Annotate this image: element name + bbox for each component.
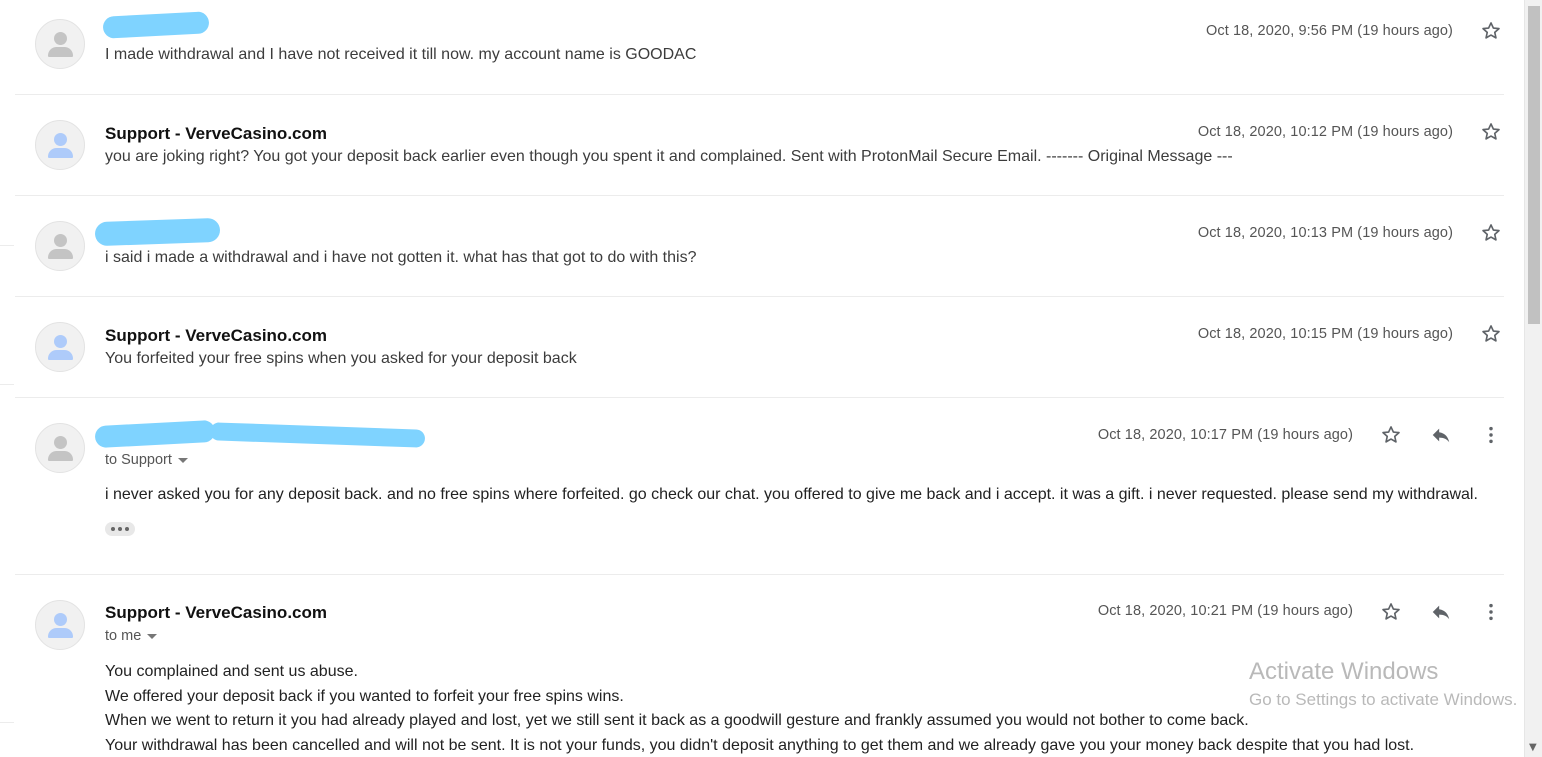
redaction-mark [94, 217, 221, 247]
more-vert-icon[interactable] [1477, 421, 1505, 449]
message-date: Oct 18, 2020, 9:56 PM (19 hours ago) [1205, 23, 1453, 39]
body-line: When we went to return it you had alread… [105, 712, 1249, 729]
sender-name: Support - VerveCasino.com [105, 124, 327, 143]
message-collapsed[interactable]: Support - VerveCasino.com You forfeited … [15, 297, 1504, 398]
star-icon[interactable] [1477, 219, 1505, 247]
message-snippet: I made withdrawal and I have not receive… [105, 46, 697, 63]
more-vert-icon[interactable] [1477, 598, 1505, 626]
star-icon[interactable] [1477, 118, 1505, 146]
star-icon[interactable] [1377, 598, 1405, 626]
message-snippet: you are joking right? You got your depos… [105, 148, 1233, 165]
message-snippet: You forfeited your free spins when you a… [105, 350, 577, 367]
message-date: Oct 18, 2020, 10:15 PM (19 hours ago) [1197, 326, 1453, 342]
message-date: Oct 18, 2020, 10:17 PM (19 hours ago) [1097, 427, 1353, 443]
message-date: Oct 18, 2020, 10:12 PM (19 hours ago) [1197, 124, 1453, 140]
body-line: Your withdrawal has been cancelled and w… [105, 736, 1415, 754]
sender-name: Support - VerveCasino.com [105, 603, 327, 622]
message-collapsed[interactable]: I made withdrawal and I have not receive… [15, 0, 1504, 95]
recipient-line[interactable]: to me [105, 628, 158, 644]
redaction-mark [209, 422, 426, 448]
watermark-subtitle: Go to Settings to activate Windows. [1249, 690, 1518, 709]
message-body: You complained and sent us abuse. We off… [105, 660, 1414, 757]
divider [0, 245, 14, 246]
message-collapsed[interactable]: i said i made a withdrawal and i have no… [15, 196, 1504, 297]
watermark-title: Activate Windows [1249, 658, 1439, 685]
message-date: Oct 18, 2020, 10:13 PM (19 hours ago) [1197, 225, 1453, 241]
recipient-label: to me [105, 628, 142, 644]
star-icon[interactable] [1377, 421, 1405, 449]
redaction-mark [102, 11, 210, 39]
reply-icon[interactable] [1427, 421, 1455, 449]
message-date: Oct 18, 2020, 10:21 PM (19 hours ago) [1097, 603, 1353, 619]
chevron-down-icon[interactable] [177, 457, 188, 463]
message-snippet: i said i made a withdrawal and i have no… [105, 249, 697, 266]
reply-icon[interactable] [1427, 598, 1455, 626]
message-expanded: to Support Oct 18, 2020, 10:17 PM (19 ho… [15, 398, 1504, 575]
ellipsis-icon[interactable] [105, 522, 135, 536]
recipient-line[interactable]: to Support [105, 452, 188, 468]
scrollbar-thumb[interactable] [1528, 6, 1540, 324]
avatar [35, 600, 85, 650]
star-icon[interactable] [1477, 17, 1505, 45]
body-line: We offered your deposit back if you want… [105, 687, 624, 705]
avatar [35, 221, 85, 271]
vertical-scrollbar[interactable]: ▼ [1524, 0, 1542, 757]
star-icon[interactable] [1477, 320, 1505, 348]
windows-activation-watermark: Activate Windows Go to Settings to activ… [1249, 658, 1517, 710]
divider [0, 722, 14, 723]
avatar [35, 322, 85, 372]
divider [0, 384, 14, 385]
avatar [35, 120, 85, 170]
chevron-down-icon[interactable] [147, 633, 158, 639]
email-thread: I made withdrawal and I have not receive… [0, 0, 1524, 757]
message-collapsed[interactable]: Support - VerveCasino.com you are joking… [15, 95, 1504, 196]
scroll-down-arrow-icon[interactable]: ▼ [1529, 742, 1537, 753]
redaction-mark [94, 419, 216, 449]
sender-name: Support - VerveCasino.com [105, 326, 327, 345]
avatar [35, 19, 85, 69]
message-body: i never asked you for any deposit back. … [105, 486, 1478, 503]
avatar [35, 423, 85, 473]
recipient-label: to Support [105, 452, 172, 468]
body-line: You complained and sent us abuse. [105, 663, 358, 680]
